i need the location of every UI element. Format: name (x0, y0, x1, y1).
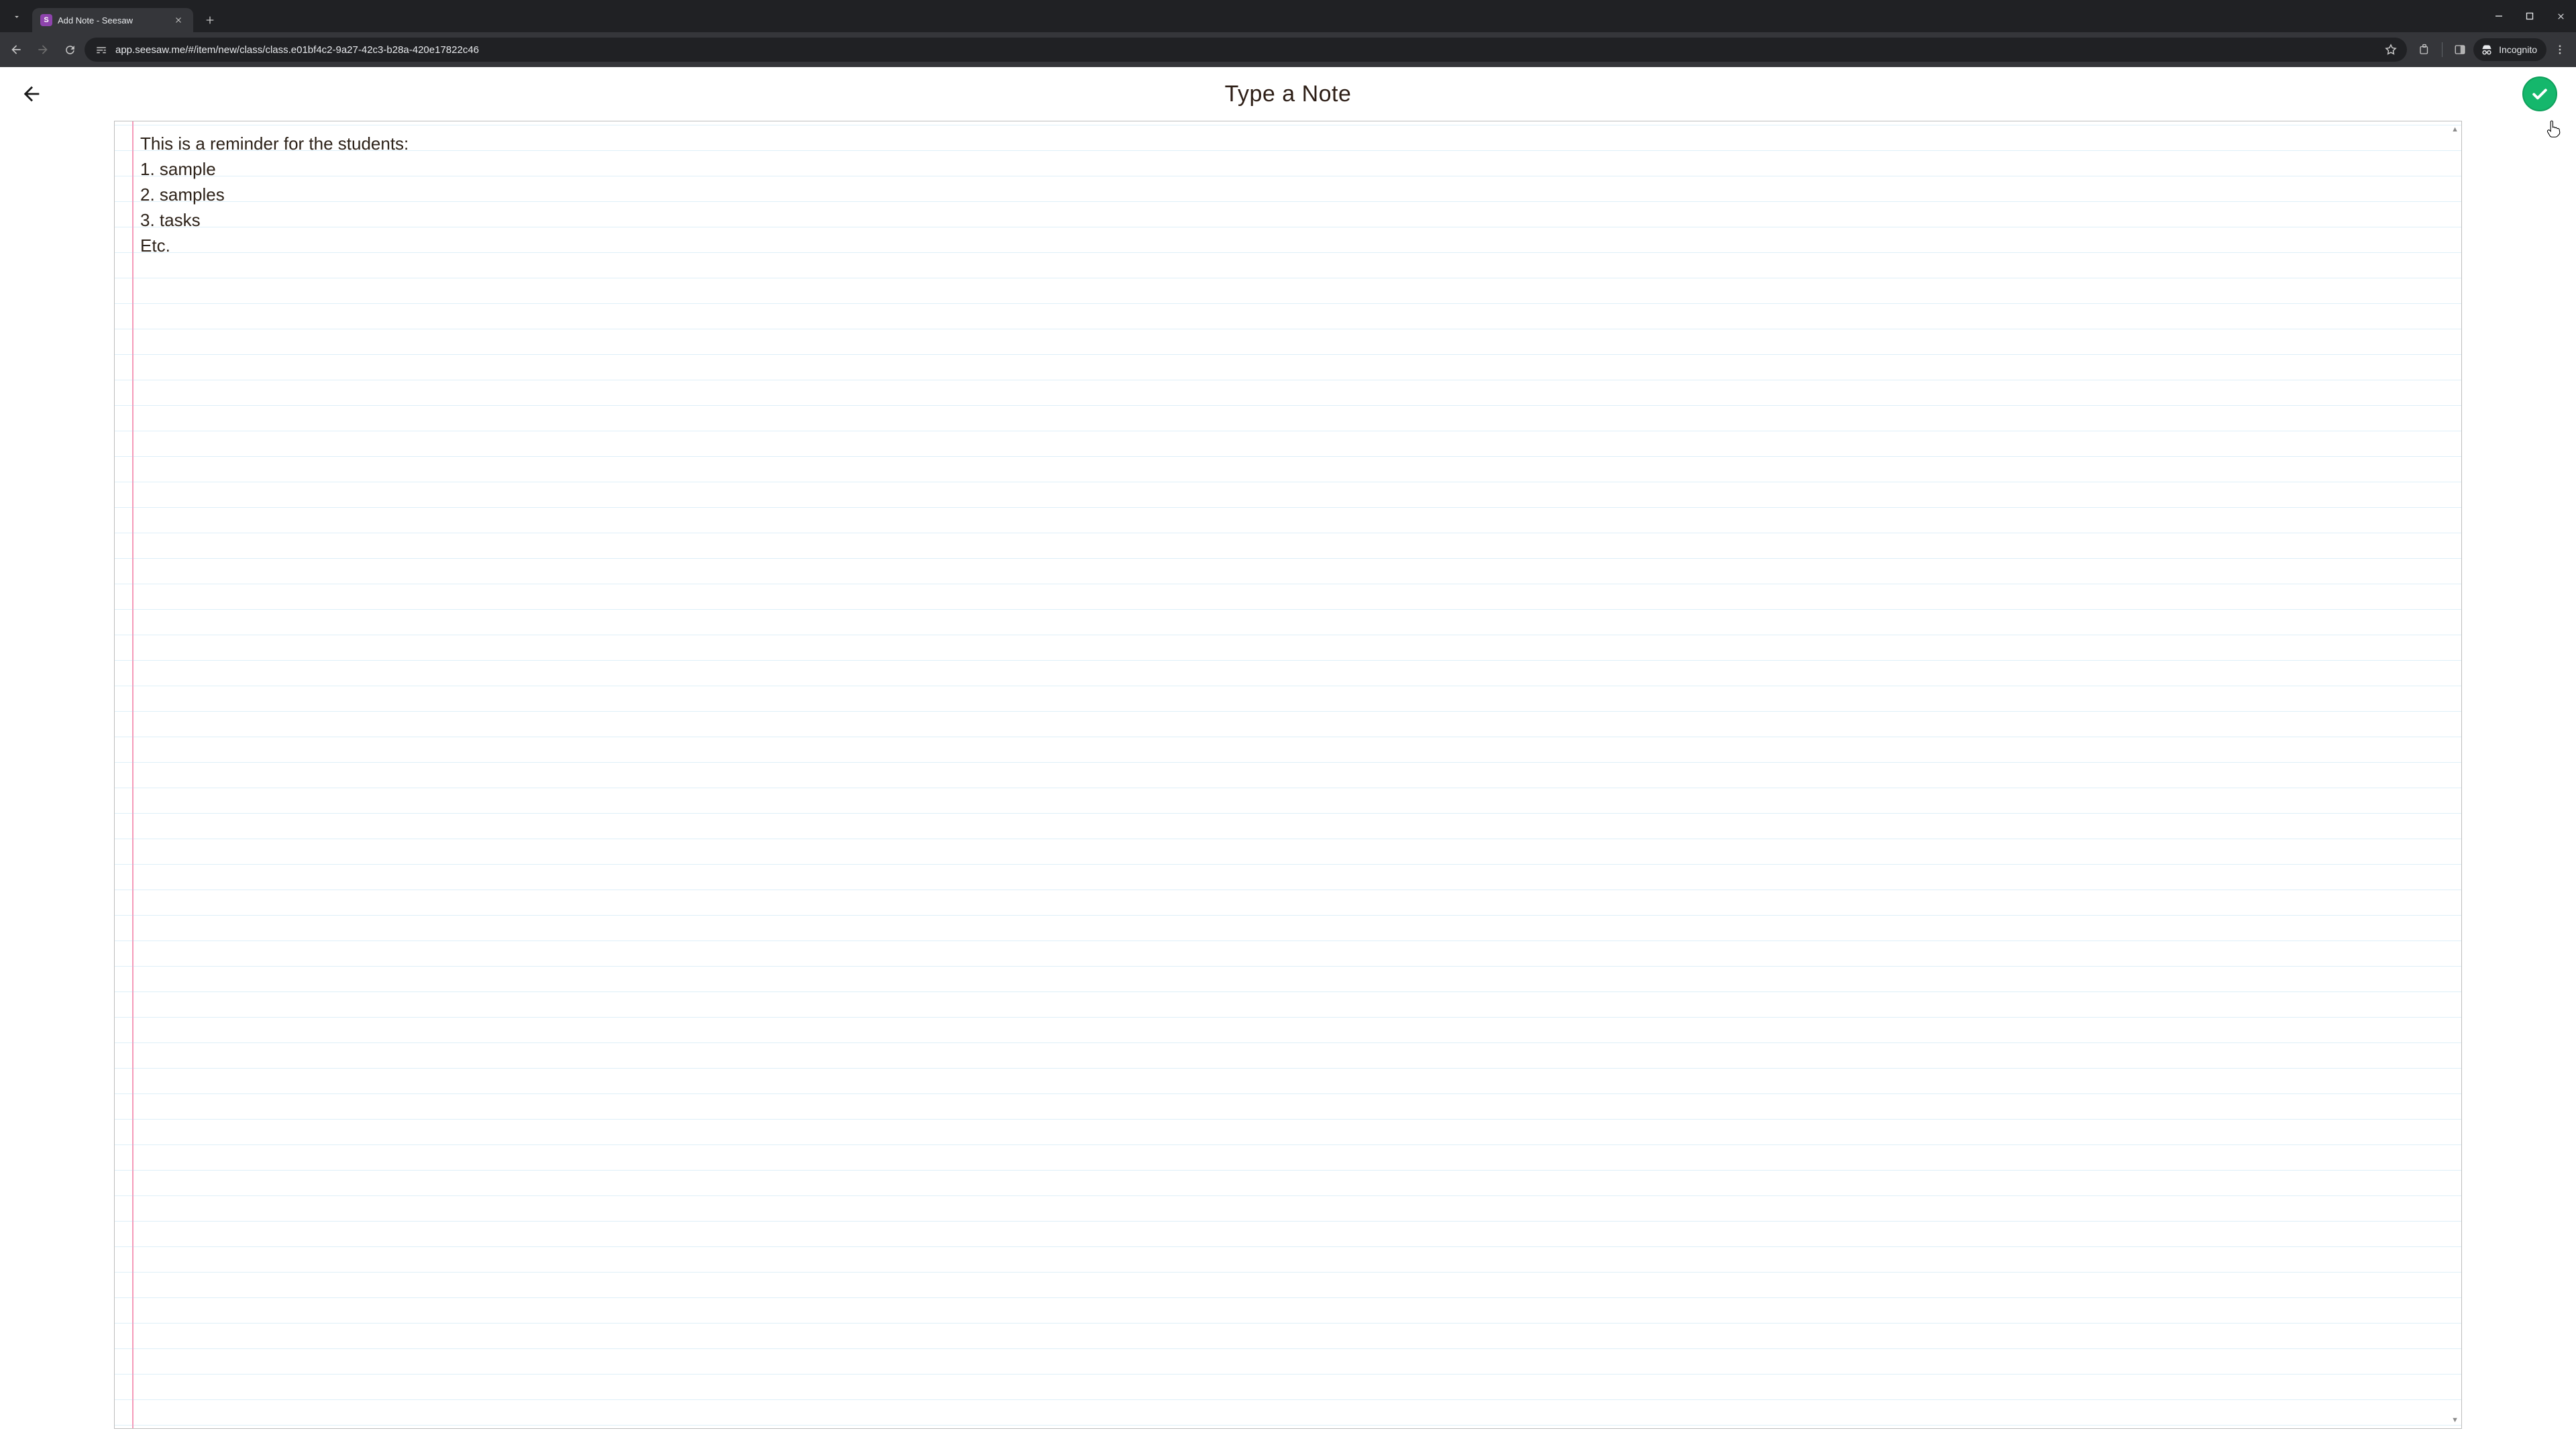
chrome-menu-button[interactable] (2548, 38, 2572, 62)
puzzle-icon (2418, 44, 2430, 56)
kebab-icon (2554, 44, 2566, 56)
arrow-left-icon (20, 83, 43, 105)
page-title: Type a Note (1225, 81, 1352, 107)
reload-icon (64, 44, 76, 56)
sidepanel-icon (2454, 44, 2466, 56)
app-back-button[interactable] (20, 83, 43, 105)
incognito-label: Incognito (2499, 44, 2537, 55)
plus-icon (205, 15, 215, 25)
scroll-up-arrow[interactable]: ▲ (2451, 125, 2459, 133)
nav-forward-button[interactable] (31, 38, 55, 62)
incognito-icon (2480, 43, 2493, 56)
tab-search-dropdown[interactable] (5, 5, 28, 28)
tab-favicon: S (40, 14, 52, 26)
site-info-button[interactable] (94, 42, 109, 57)
nav-back-button[interactable] (4, 38, 28, 62)
window-maximize-button[interactable] (2514, 0, 2545, 32)
chevron-down-icon (12, 12, 21, 21)
arrow-right-icon (36, 43, 50, 56)
browser-titlebar: S Add Note - Seesaw (0, 0, 2576, 32)
close-icon (2557, 12, 2565, 21)
tab-close-button[interactable] (174, 16, 186, 24)
tune-icon (95, 44, 107, 56)
maximize-icon (2526, 12, 2534, 20)
window-controls (2483, 0, 2576, 32)
close-icon (174, 16, 182, 24)
url-text: app.seesaw.me/#/item/new/class/class.e01… (115, 44, 2377, 56)
app-header: Type a Note (0, 67, 2576, 121)
note-text-content[interactable]: This is a reminder for the students: 1. … (115, 121, 2461, 268)
minimize-icon (2495, 12, 2503, 20)
browser-toolbar: app.seesaw.me/#/item/new/class/class.e01… (0, 32, 2576, 67)
star-icon (2384, 43, 2398, 56)
address-bar[interactable]: app.seesaw.me/#/item/new/class/class.e01… (85, 38, 2407, 62)
sidepanel-button[interactable] (2448, 38, 2472, 62)
extensions-button[interactable] (2412, 38, 2436, 62)
arrow-left-icon (9, 43, 23, 56)
browser-tab-active[interactable]: S Add Note - Seesaw (32, 8, 193, 32)
toolbar-divider (2442, 42, 2443, 57)
note-editor[interactable]: ▲ This is a reminder for the students: 1… (114, 121, 2462, 1429)
toolbar-right-cluster: Incognito (2410, 38, 2572, 62)
bookmark-button[interactable] (2384, 43, 2398, 56)
incognito-indicator[interactable]: Incognito (2473, 38, 2546, 61)
tab-title: Add Note - Seesaw (58, 15, 169, 25)
check-icon (2530, 84, 2550, 104)
app-viewport: Type a Note ▲ This is a reminder for the… (0, 67, 2576, 1449)
nav-reload-button[interactable] (58, 38, 82, 62)
new-tab-button[interactable] (200, 10, 220, 30)
scroll-down-arrow[interactable]: ▼ (2451, 1416, 2459, 1424)
note-editor-container: ▲ This is a reminder for the students: 1… (0, 121, 2576, 1449)
confirm-button[interactable] (2522, 76, 2557, 111)
window-close-button[interactable] (2545, 0, 2576, 32)
window-minimize-button[interactable] (2483, 0, 2514, 32)
